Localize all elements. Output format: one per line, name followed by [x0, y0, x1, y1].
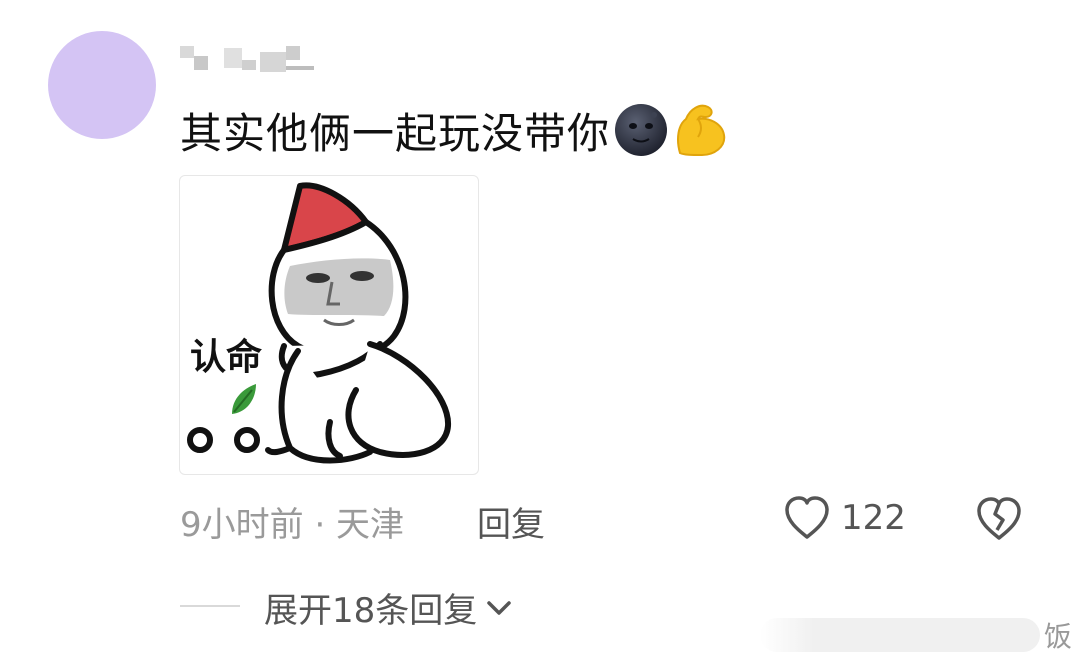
like-button[interactable]: 122 — [783, 493, 906, 543]
comment-text: 其实他俩一起玩没带你 — [180, 100, 730, 160]
expand-divider — [180, 605, 240, 607]
broken-heart-icon[interactable] — [975, 494, 1023, 542]
expand-replies-button[interactable]: 展开18条回复 — [264, 583, 513, 632]
sticker-caption: 认命 — [190, 337, 263, 378]
meme-figure-illustration — [187, 182, 452, 464]
expand-replies-label: 展开18条回复 — [264, 591, 478, 631]
flexed-biceps-icon — [677, 104, 726, 157]
like-count: 122 — [841, 498, 906, 538]
timestamp-location: 9小时前 · 天津 — [180, 505, 405, 545]
watermark-text: 饭 — [1043, 620, 1072, 653]
heart-icon — [785, 496, 829, 539]
reply-button[interactable]: 回复 — [477, 497, 545, 546]
new-moon-face-icon — [615, 104, 668, 156]
comment-body: 其实他俩一起玩没带你 — [180, 108, 611, 158]
user-avatar[interactable] — [48, 31, 156, 139]
watermark: 饭 — [759, 615, 1072, 655]
username-obscured[interactable] — [180, 42, 320, 78]
watermark-bar — [759, 618, 1040, 652]
chevron-down-icon — [487, 600, 512, 615]
sticker-image[interactable]: 认命 — [179, 175, 479, 475]
